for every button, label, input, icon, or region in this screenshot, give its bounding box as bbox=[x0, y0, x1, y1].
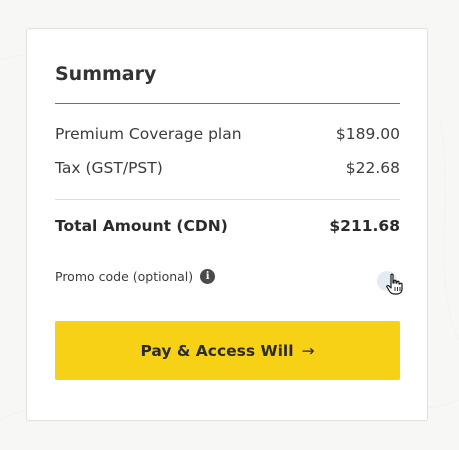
pay-and-access-will-button[interactable]: Pay & Access Will → bbox=[55, 321, 400, 380]
line-item-tax: Tax (GST/PST) $22.68 bbox=[55, 159, 400, 177]
arrow-right-icon: → bbox=[301, 341, 315, 360]
line-item-premium: Premium Coverage plan $189.00 bbox=[55, 125, 400, 143]
summary-card: Summary Premium Coverage plan $189.00 Ta… bbox=[26, 28, 428, 421]
promo-code-label: Promo code (optional) bbox=[55, 269, 194, 284]
line-item-label: Premium Coverage plan bbox=[55, 125, 242, 143]
total-divider bbox=[55, 199, 400, 200]
line-item-label: Tax (GST/PST) bbox=[55, 159, 163, 177]
total-row: Total Amount (CDN) $211.68 bbox=[55, 217, 400, 235]
summary-title: Summary bbox=[55, 63, 157, 85]
promo-code-row[interactable]: Promo code (optional) i bbox=[55, 269, 216, 284]
info-icon[interactable]: i bbox=[200, 269, 216, 284]
line-item-amount: $189.00 bbox=[335, 125, 400, 143]
line-item-amount: $22.68 bbox=[345, 159, 400, 177]
title-divider bbox=[55, 103, 400, 104]
hand-pointer-cursor-icon bbox=[386, 273, 403, 295]
total-amount: $211.68 bbox=[329, 217, 400, 235]
pay-button-label: Pay & Access Will bbox=[140, 341, 294, 360]
total-label: Total Amount (CDN) bbox=[55, 217, 228, 235]
